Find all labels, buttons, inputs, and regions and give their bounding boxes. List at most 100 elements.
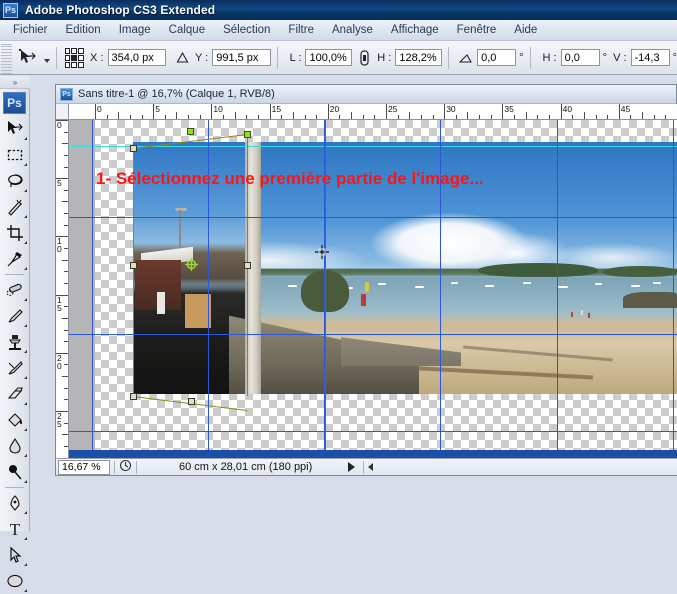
guide-vertical[interactable] [673, 120, 674, 460]
menu-item-affichage[interactable]: Affichage [382, 22, 448, 38]
ref-cell[interactable] [71, 47, 78, 54]
toolbox-collapse-button[interactable]: » [0, 76, 30, 89]
ruler-minor-tick [514, 115, 516, 119]
menu-item-aide[interactable]: Aide [505, 22, 546, 38]
guide-vertical[interactable] [557, 120, 558, 460]
document-icon: Ps [60, 87, 73, 101]
ruler-minor-tick [64, 166, 68, 168]
rectangular-marquee-icon [7, 149, 23, 161]
stone-jetty [341, 337, 461, 366]
transform-width-field[interactable]: 100,0% [305, 49, 353, 66]
menu-item-edition[interactable]: Edition [57, 22, 110, 38]
canvas-area[interactable]: 1- Sélectionnez une première partie de l… [69, 120, 677, 460]
ruler-minor-tick [129, 115, 131, 119]
crop-tool[interactable] [1, 220, 29, 246]
transform-rotate-field[interactable]: 0,0 [477, 49, 517, 66]
person-walking [157, 292, 165, 314]
clock-icon[interactable] [119, 459, 132, 475]
vertical-ruler[interactable]: 0 5 10 15 20 25 [56, 120, 69, 460]
crop-icon [7, 225, 23, 241]
ref-cell-center[interactable] [71, 54, 78, 61]
chevron-down-icon[interactable] [43, 58, 50, 63]
submenu-corner-icon [24, 163, 27, 166]
transform-skew-v-field[interactable]: -14,3 [630, 49, 670, 66]
eyedropper-tool[interactable] [1, 246, 29, 272]
options-bar-grip[interactable] [1, 41, 12, 74]
guide-horizontal[interactable] [69, 431, 677, 432]
menu-item-filtre[interactable]: Filtre [279, 22, 323, 38]
menu-item-image[interactable]: Image [110, 22, 160, 38]
ref-cell[interactable] [78, 47, 85, 54]
guide-vertical[interactable] [92, 120, 93, 460]
brush-tool[interactable] [1, 303, 29, 329]
menu-item-calque[interactable]: Calque [160, 22, 214, 38]
magic-wand-tool[interactable] [1, 194, 29, 220]
transform-y-field[interactable]: 991,5 px [212, 49, 271, 66]
ref-cell[interactable] [78, 54, 85, 61]
transform-handle-bottom-left[interactable] [130, 393, 137, 400]
transform-handle-top-right[interactable] [244, 131, 251, 138]
guide-horizontal[interactable] [69, 217, 677, 218]
ref-cell[interactable] [78, 61, 85, 68]
ruler-minor-tick [64, 154, 68, 156]
left-arrow-icon[interactable] [368, 463, 374, 471]
tool-preset-picker[interactable] [18, 48, 50, 68]
ruler-origin-box[interactable] [56, 104, 69, 120]
horizontal-ruler[interactable]: 0 5 10 15 20 25 30 35 40 45 [56, 104, 677, 120]
menu-item-fichier[interactable]: Fichier [4, 22, 57, 38]
guide-horizontal[interactable] [69, 334, 677, 335]
reference-point-grid-icon[interactable] [64, 47, 85, 68]
clone-stamp-tool[interactable] [1, 329, 29, 355]
healing-brush-tool[interactable] [1, 277, 29, 303]
boat [558, 286, 568, 288]
play-triangle-icon[interactable] [348, 462, 356, 472]
blur-tool[interactable] [1, 433, 29, 459]
menu-item-selection[interactable]: Sélection [214, 22, 279, 38]
delta-triangle-icon[interactable] [176, 51, 189, 64]
guide-horizontal-cyan[interactable] [69, 146, 677, 147]
submenu-corner-icon [24, 402, 27, 405]
ref-cell[interactable] [64, 54, 71, 61]
ref-cell[interactable] [64, 47, 71, 54]
transform-x-field[interactable]: 354,0 px [107, 49, 166, 66]
zoom-level-field[interactable]: 16,67 % [58, 459, 110, 475]
document-title-bar[interactable]: Ps Sans titre-1 @ 16,7% (Calque 1, RVB/8… [56, 85, 676, 104]
pen-tool[interactable] [1, 490, 29, 516]
submenu-corner-icon [24, 563, 27, 566]
ref-cell[interactable] [71, 61, 78, 68]
submenu-corner-icon [24, 537, 27, 540]
lasso-tool[interactable] [1, 168, 29, 194]
ruler-label: 25 [57, 411, 62, 429]
submenu-corner-icon [24, 215, 27, 218]
rectangular-marquee-tool[interactable] [1, 142, 29, 168]
menu-item-analyse[interactable]: Analyse [323, 22, 382, 38]
transform-skew-h-field[interactable]: 0,0 [560, 49, 600, 66]
divider [363, 460, 365, 474]
transform-height-field[interactable]: 128,2% [395, 49, 443, 66]
ref-cell[interactable] [64, 61, 71, 68]
eraser-tool[interactable] [1, 381, 29, 407]
angle-triangle-icon [458, 51, 473, 64]
ruler-label: 45 [620, 104, 631, 114]
history-brush-tool[interactable] [1, 355, 29, 381]
paint-bucket-tool[interactable] [1, 407, 29, 433]
path-selection-tool[interactable] [1, 542, 29, 568]
ellipse-shape-tool[interactable] [1, 568, 29, 594]
link-chain-icon[interactable] [358, 49, 371, 67]
move-tool[interactable] [1, 116, 29, 142]
ruler-minor-tick [432, 115, 434, 119]
transform-handle-bottom-center[interactable] [188, 398, 195, 405]
ruler-minor-tick [537, 115, 539, 119]
transform-handle-top-center[interactable] [187, 128, 194, 135]
application-title: Adobe Photoshop CS3 Extended [25, 3, 216, 17]
boat [653, 282, 661, 284]
ruler-minor-tick [64, 341, 68, 343]
ruler-minor-tick [64, 445, 68, 447]
dodge-tool[interactable] [1, 459, 29, 485]
ruler-minor-tick [572, 115, 574, 119]
ruler-minor-tick [64, 224, 68, 226]
menu-item-fenetre[interactable]: Fenêtre [448, 22, 506, 38]
ruler-minor-tick [490, 115, 492, 119]
transform-edge-bottom[interactable] [132, 396, 248, 412]
type-tool[interactable]: T [1, 516, 29, 542]
